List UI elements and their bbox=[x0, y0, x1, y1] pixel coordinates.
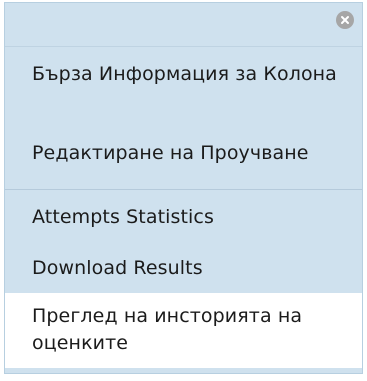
menu-item-grade-history[interactable]: Преглед на инсторията на оценките bbox=[5, 293, 362, 370]
header-divider bbox=[5, 46, 362, 47]
menu-divider bbox=[5, 189, 362, 190]
menu-item-download-results[interactable]: Download Results bbox=[5, 255, 362, 282]
menu-bottom-edge bbox=[5, 368, 362, 373]
menu-item-attempts-statistics[interactable]: Attempts Statistics bbox=[5, 204, 362, 231]
close-button[interactable] bbox=[336, 11, 354, 29]
close-icon bbox=[341, 16, 349, 24]
menu-item-quick-column-info[interactable]: Бърза Информация за Колона bbox=[5, 61, 362, 88]
context-menu: Бърза Информация за Колона Редактиране н… bbox=[4, 2, 363, 374]
menu-item-edit-survey[interactable]: Редактиране на Проучване bbox=[5, 140, 362, 167]
